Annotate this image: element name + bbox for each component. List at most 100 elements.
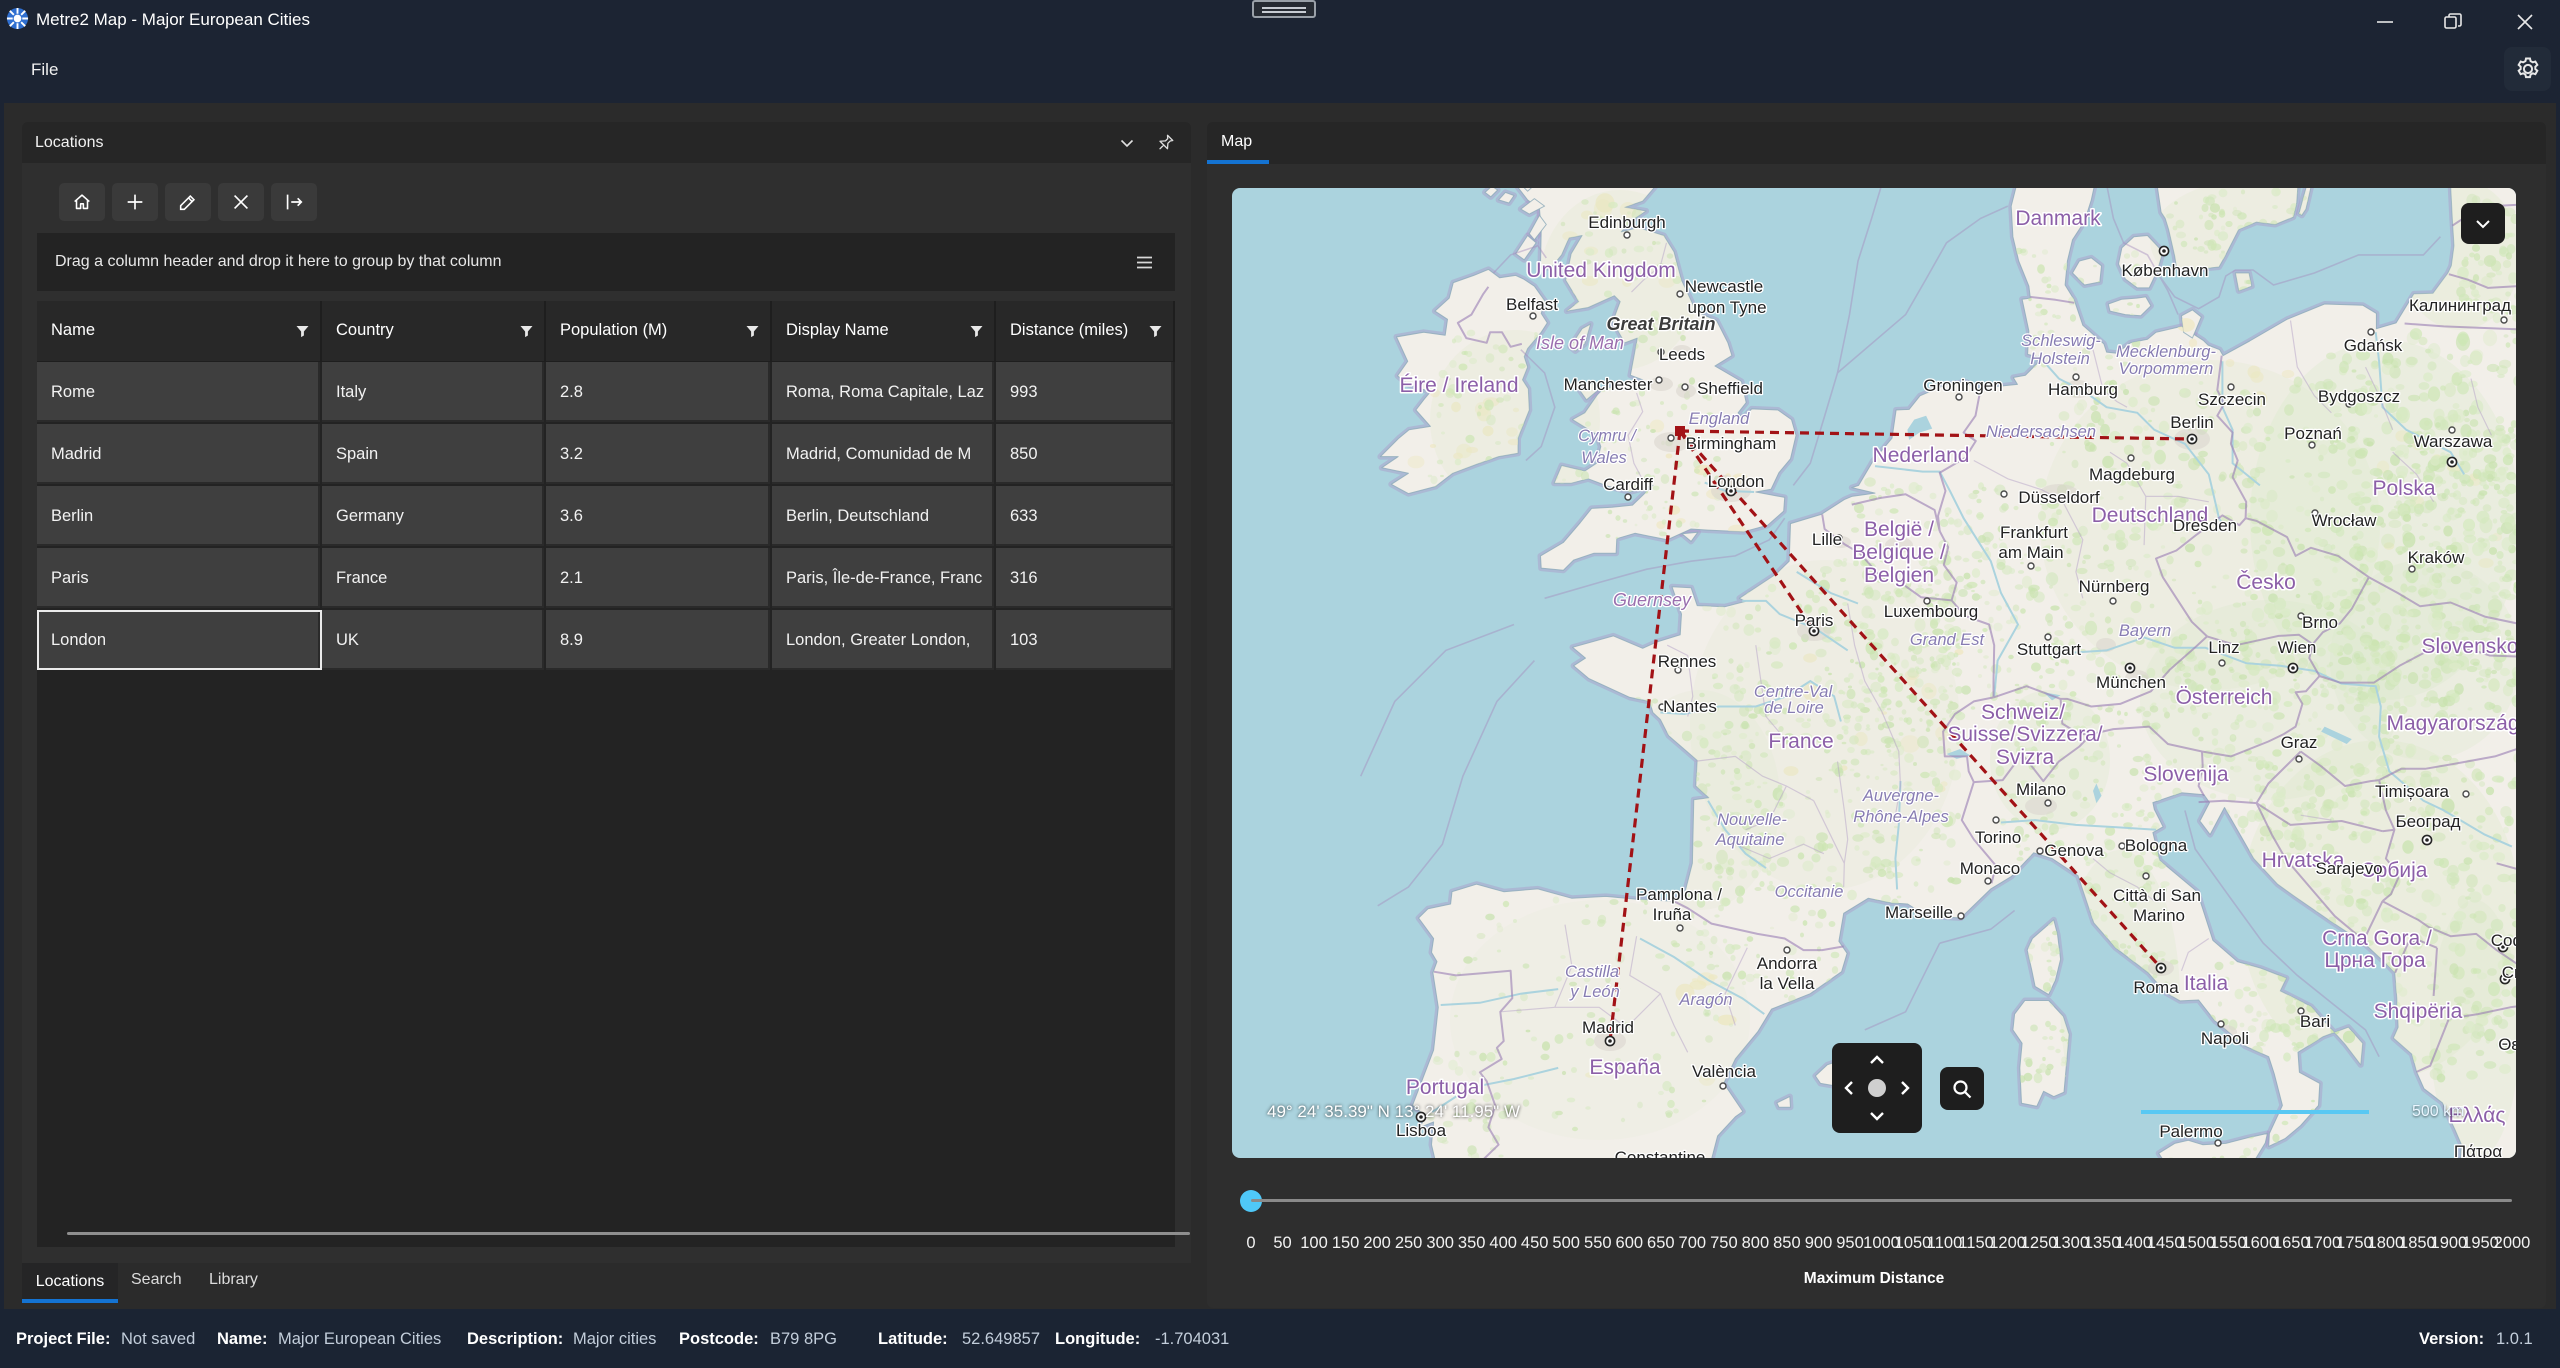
svg-text:Калининград: Калининград bbox=[2409, 296, 2511, 315]
svg-text:Leeds: Leeds bbox=[1659, 345, 1705, 364]
svg-text:Nederland: Nederland bbox=[1873, 444, 1970, 467]
svg-text:Lille: Lille bbox=[1812, 530, 1842, 549]
svg-text:Aragón: Aragón bbox=[1678, 991, 1732, 1009]
svg-text:Graz: Graz bbox=[2281, 733, 2318, 752]
svg-text:Bayern: Bayern bbox=[2119, 622, 2171, 640]
svg-text:Београд: Београд bbox=[2395, 812, 2460, 831]
svg-text:Guernsey: Guernsey bbox=[1613, 590, 1692, 610]
svg-text:Gdańsk: Gdańsk bbox=[2344, 336, 2403, 355]
svg-text:Nouvelle-: Nouvelle- bbox=[1717, 811, 1787, 829]
svg-text:Great Britain: Great Britain bbox=[1606, 314, 1715, 334]
svg-text:Birmingham: Birmingham bbox=[1686, 434, 1777, 453]
svg-text:Belgien: Belgien bbox=[1864, 564, 1934, 587]
svg-text:London: London bbox=[1708, 472, 1765, 491]
svg-text:Iruña: Iruña bbox=[1653, 905, 1692, 924]
svg-text:Portugal: Portugal bbox=[1406, 1076, 1484, 1099]
svg-text:Θεσσα: Θεσσα bbox=[2498, 1035, 2516, 1054]
svg-text:Italia: Italia bbox=[2184, 972, 2229, 995]
svg-text:Castilla: Castilla bbox=[1565, 963, 1619, 981]
svg-text:Frankfurt: Frankfurt bbox=[2000, 523, 2068, 542]
svg-text:Скоп: Скоп bbox=[2502, 963, 2516, 982]
svg-text:Milano: Milano bbox=[2016, 780, 2066, 799]
svg-text:Cymru /: Cymru / bbox=[1578, 427, 1637, 445]
svg-text:Poznań: Poznań bbox=[2284, 424, 2342, 443]
svg-text:Holstein: Holstein bbox=[2030, 350, 2090, 368]
svg-text:Bydgoszcz: Bydgoszcz bbox=[2318, 387, 2400, 406]
svg-text:Polska: Polska bbox=[2372, 477, 2435, 500]
svg-text:Црна Гора: Црна Гора bbox=[2324, 949, 2426, 972]
svg-text:Sheffield: Sheffield bbox=[1697, 379, 1763, 398]
svg-text:Warszawa: Warszawa bbox=[2414, 432, 2493, 451]
svg-text:София: София bbox=[2491, 931, 2516, 950]
svg-text:Slovenija: Slovenija bbox=[2143, 763, 2229, 786]
svg-text:Torino: Torino bbox=[1975, 828, 2021, 847]
svg-text:Szczecin: Szczecin bbox=[2198, 390, 2266, 409]
svg-text:Kraków: Kraków bbox=[2408, 548, 2465, 567]
svg-text:Manchester: Manchester bbox=[1564, 375, 1653, 394]
svg-text:Auvergne-: Auvergne- bbox=[1862, 787, 1940, 805]
svg-text:València: València bbox=[1692, 1062, 1756, 1081]
svg-text:Sarajevo: Sarajevo bbox=[2315, 859, 2382, 878]
svg-text:Suisse/Svizzera/: Suisse/Svizzera/ bbox=[1947, 723, 2102, 746]
svg-text:Nantes: Nantes bbox=[1663, 697, 1717, 716]
svg-text:Genova: Genova bbox=[2044, 841, 2104, 860]
svg-text:España: España bbox=[1589, 1056, 1661, 1079]
svg-text:København: København bbox=[2122, 261, 2209, 280]
svg-text:Bologna: Bologna bbox=[2125, 836, 2188, 855]
svg-text:Linz: Linz bbox=[2208, 638, 2239, 657]
svg-text:Schleswig-: Schleswig- bbox=[2021, 332, 2101, 350]
svg-text:France: France bbox=[1768, 730, 1833, 753]
svg-text:Svizra: Svizra bbox=[1996, 746, 2055, 769]
svg-text:Constantine: Constantine bbox=[1615, 1148, 1706, 1158]
svg-text:y León: y León bbox=[1569, 983, 1620, 1001]
svg-text:Paris: Paris bbox=[1795, 611, 1834, 630]
svg-text:Palermo: Palermo bbox=[2159, 1122, 2222, 1141]
svg-text:Napoli: Napoli bbox=[2201, 1029, 2249, 1048]
svg-text:Belfast: Belfast bbox=[1506, 295, 1558, 314]
svg-text:München: München bbox=[2096, 673, 2166, 692]
svg-text:am Main: am Main bbox=[1998, 543, 2063, 562]
svg-text:Niedersachsen: Niedersachsen bbox=[1986, 423, 2096, 441]
svg-text:Brno: Brno bbox=[2302, 613, 2338, 632]
svg-text:Wien: Wien bbox=[2278, 638, 2317, 657]
svg-text:Marino: Marino bbox=[2133, 906, 2185, 925]
svg-text:Bari: Bari bbox=[2300, 1012, 2330, 1031]
svg-text:Groningen: Groningen bbox=[1923, 376, 2002, 395]
svg-text:Česko: Česko bbox=[2236, 571, 2296, 594]
svg-text:Dresden: Dresden bbox=[2173, 516, 2237, 535]
svg-text:Berlin: Berlin bbox=[2170, 413, 2213, 432]
svg-text:Grand Est: Grand Est bbox=[1910, 631, 1986, 649]
svg-text:Österreich: Österreich bbox=[2176, 686, 2273, 709]
svg-text:Luxembourg: Luxembourg bbox=[1884, 602, 1979, 621]
svg-text:Madrid: Madrid bbox=[1582, 1018, 1634, 1037]
svg-text:Magyarország: Magyarország bbox=[2386, 712, 2516, 735]
svg-text:la Vella: la Vella bbox=[1760, 974, 1815, 993]
svg-text:Slovensko: Slovensko bbox=[2422, 635, 2516, 658]
svg-text:België /: België / bbox=[1864, 518, 1934, 541]
svg-text:Wrocław: Wrocław bbox=[2312, 511, 2378, 530]
svg-text:upon Tyne: upon Tyne bbox=[1687, 298, 1766, 317]
svg-text:Düsseldorf: Düsseldorf bbox=[2018, 488, 2100, 507]
svg-text:Hamburg: Hamburg bbox=[2048, 380, 2118, 399]
svg-text:United Kingdom: United Kingdom bbox=[1526, 259, 1675, 282]
svg-text:Roma: Roma bbox=[2133, 978, 2179, 997]
svg-text:England: England bbox=[1689, 410, 1750, 428]
svg-text:Rhône-Alpes: Rhône-Alpes bbox=[1853, 808, 1948, 826]
svg-text:Nürnberg: Nürnberg bbox=[2079, 577, 2150, 596]
svg-text:Aquitaine: Aquitaine bbox=[1715, 831, 1785, 849]
svg-text:Stuttgart: Stuttgart bbox=[2017, 640, 2082, 659]
svg-text:Rennes: Rennes bbox=[1658, 652, 1717, 671]
svg-text:Monaco: Monaco bbox=[1960, 859, 2020, 878]
svg-text:Schweiz/: Schweiz/ bbox=[1981, 701, 2065, 724]
svg-text:Belgique /: Belgique / bbox=[1852, 541, 1946, 564]
svg-text:Magdeburg: Magdeburg bbox=[2089, 465, 2175, 484]
svg-text:Pamplona /: Pamplona / bbox=[1636, 885, 1722, 904]
svg-text:Occitanie: Occitanie bbox=[1775, 883, 1844, 901]
svg-text:de Loire: de Loire bbox=[1764, 699, 1824, 717]
svg-text:Mecklenburg-: Mecklenburg- bbox=[2116, 343, 2216, 361]
svg-text:Lisboa: Lisboa bbox=[1396, 1121, 1447, 1140]
svg-text:Vorpommern: Vorpommern bbox=[2119, 360, 2214, 378]
svg-text:Timișoara: Timișoara bbox=[2375, 782, 2450, 801]
svg-text:Danmark: Danmark bbox=[2015, 207, 2101, 230]
svg-text:Andorra: Andorra bbox=[1757, 954, 1818, 973]
